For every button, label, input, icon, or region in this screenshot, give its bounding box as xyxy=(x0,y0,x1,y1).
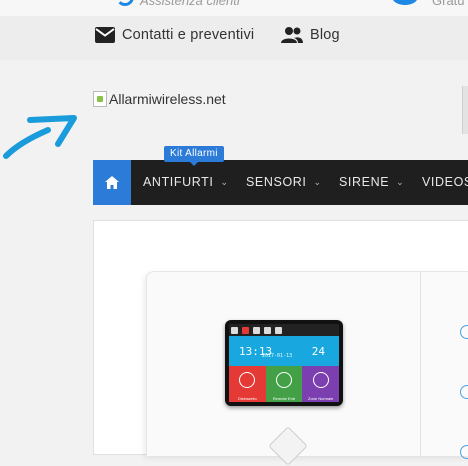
nav-item-videos[interactable]: VIDEOS xyxy=(422,175,468,189)
people-icon xyxy=(281,27,303,43)
lock-icon xyxy=(239,372,256,388)
blog-link-label: Blog xyxy=(310,27,340,43)
nav-item-sensori[interactable]: SENSORI ⌄ xyxy=(246,175,322,189)
tools-icon xyxy=(276,372,292,388)
screen-clock: 2017-01-13 13:13 24 xyxy=(229,336,339,366)
screen-tiles: Disinserito Remote Entr Zone Normale xyxy=(229,366,340,402)
site-logo[interactable]: Allarmiwireless.net xyxy=(93,91,226,107)
product-divider xyxy=(420,272,421,457)
mail-icon xyxy=(95,27,115,43)
screen-tile-disarm: Disinserito xyxy=(229,366,266,402)
shipping-label[interactable]: Gratu xyxy=(432,0,465,8)
chevron-down-icon: ⌄ xyxy=(313,176,322,187)
nav-badge: Kit Allarmi xyxy=(164,146,224,166)
side-button-icon xyxy=(460,385,468,399)
chevron-down-icon: ⌄ xyxy=(396,176,405,187)
screen-tile-remote: Remote Entr xyxy=(265,366,303,402)
side-button-icon xyxy=(460,325,468,339)
nav-item-sirene[interactable]: SIRENE ⌄ xyxy=(339,175,404,189)
screen-tile-zone: Zone Normale xyxy=(302,366,340,402)
header-widget-edge xyxy=(462,86,468,134)
contact-link-label: Contatti e preventivi xyxy=(122,27,255,43)
panel-screen: 2017-01-13 13:13 24 Disinserito Remote E… xyxy=(225,320,343,406)
broken-image-icon xyxy=(93,91,107,107)
nav-item-label: ANTIFURTI xyxy=(143,175,214,189)
nav-item-label: SENSORI xyxy=(246,175,307,189)
home-button[interactable] xyxy=(93,160,131,205)
secondary-links-bar: Contatti e preventivi Blog xyxy=(0,16,468,60)
nav-item-label: SIRENE xyxy=(339,175,390,189)
side-button-icon xyxy=(460,445,468,459)
shield-icon xyxy=(312,372,329,388)
nav-item-label: VIDEOS xyxy=(422,175,468,189)
decorative-arrow-icon xyxy=(0,110,80,167)
home-icon xyxy=(105,176,119,189)
product-image: 2017-01-13 13:13 24 Disinserito Remote E… xyxy=(146,271,468,466)
truck-icon xyxy=(392,0,418,5)
blog-link[interactable]: Blog xyxy=(280,26,340,44)
assistance-label[interactable]: Assistenza clienti xyxy=(140,0,240,8)
headset-icon xyxy=(116,0,134,6)
nav-item-antifurti[interactable]: ANTIFURTI ⌄ xyxy=(143,175,229,189)
logo-alt-text: Allarmiwireless.net xyxy=(109,91,226,107)
main-navigation: ANTIFURTI ⌄ SENSORI ⌄ SIRENE ⌄ VIDEOS xyxy=(93,160,468,205)
emblem-icon xyxy=(268,426,308,466)
screen-status-bar xyxy=(229,324,339,336)
top-strip: Assistenza clienti Gratu xyxy=(0,0,468,16)
screen-date: 2017-01-13 xyxy=(262,353,293,359)
chevron-down-icon: ⌄ xyxy=(220,176,229,187)
contact-link[interactable]: Contatti e preventivi xyxy=(94,26,254,44)
product-card[interactable]: 2017-01-13 13:13 24 Disinserito Remote E… xyxy=(93,220,468,466)
screen-temperature: 24 xyxy=(311,344,325,358)
